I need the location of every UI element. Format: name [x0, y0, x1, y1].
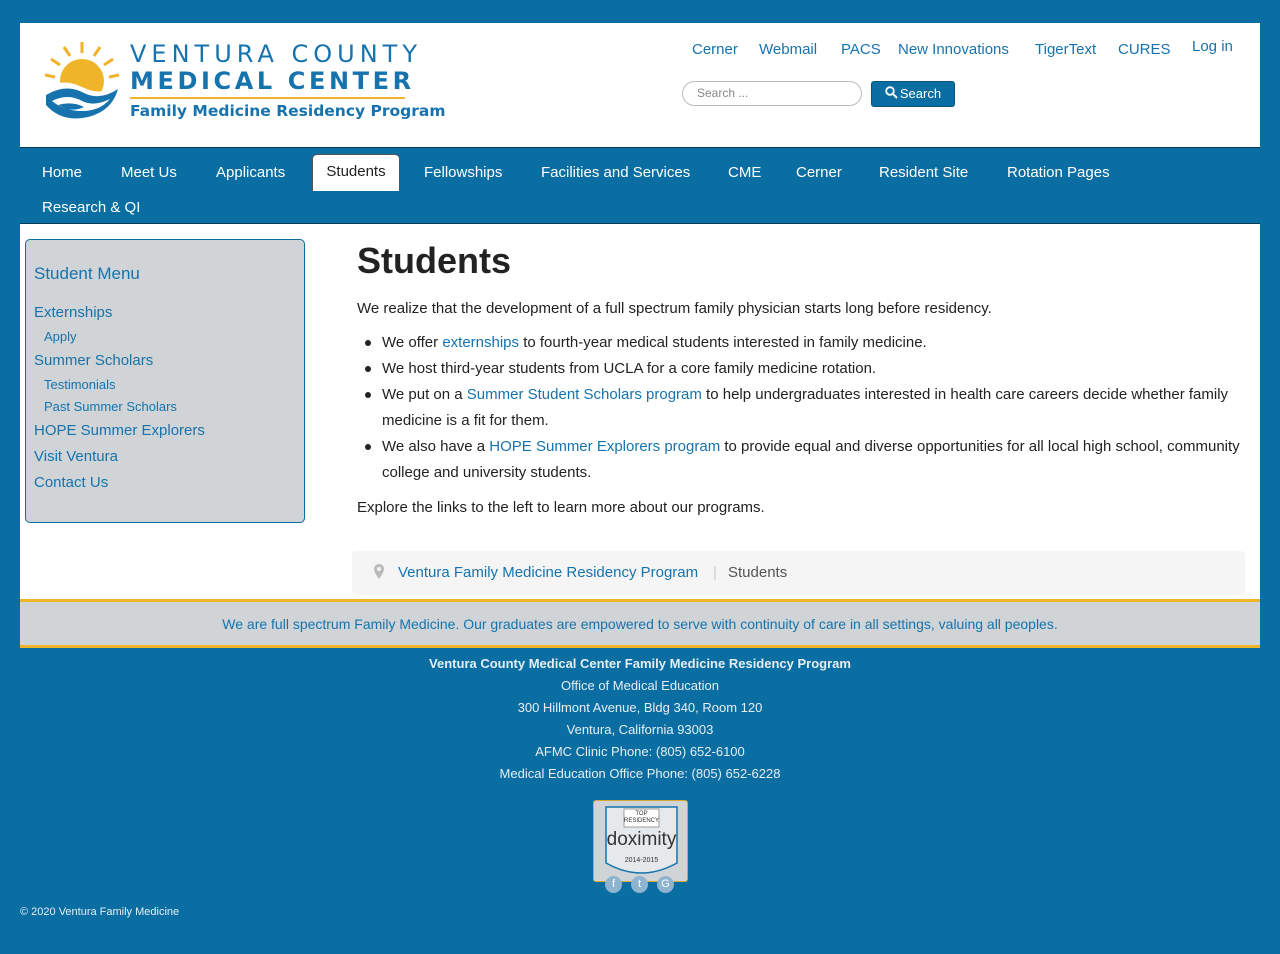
nav-fellowships[interactable]: Fellowships — [424, 164, 502, 181]
search-icon — [885, 86, 898, 99]
top-link-cerner[interactable]: Cerner — [692, 41, 738, 58]
list-item-text: We also have a — [382, 438, 490, 455]
list-item: We offer externships to fourth-year medi… — [365, 330, 1247, 356]
footer-address-line-1: 300 Hillmont Avenue, Bldg 340, Room 120 — [517, 700, 763, 715]
student-menu: Student Menu Externships Apply Summer Sc… — [25, 239, 305, 523]
mission-statement: We are full spectrum Family Medicine. Ou… — [222, 616, 1058, 632]
mission-banner: We are full spectrum Family Medicine. Ou… — [20, 599, 1260, 648]
nav-resident-site[interactable]: Resident Site — [879, 164, 968, 181]
sidebar-item-visit-ventura[interactable]: Visit Ventura — [34, 448, 118, 465]
sidebar-item-hope-summer-explorers[interactable]: HOPE Summer Explorers — [34, 422, 205, 439]
list-item-text: We host third-year students from UCLA fo… — [382, 360, 877, 377]
site-logo[interactable]: VENTURA COUNTY MEDICAL CENTER Family Med… — [42, 39, 446, 125]
explore-paragraph: Explore the links to the left to learn m… — [357, 499, 765, 516]
program-list: We offer externships to fourth-year medi… — [365, 330, 1247, 486]
logo-text: VENTURA COUNTY MEDICAL CENTER Family Med… — [130, 39, 446, 122]
list-item: We also have a HOPE Summer Explorers pro… — [365, 434, 1247, 486]
badge-top: TOP — [635, 811, 648, 817]
breadcrumb-separator: | — [713, 564, 717, 581]
top-link-pacs[interactable]: PACS — [841, 41, 881, 58]
nav-cerner[interactable]: Cerner — [796, 164, 842, 181]
nav-facilities-and-services[interactable]: Facilities and Services — [541, 164, 690, 181]
breadcrumb: Ventura Family Medicine Residency Progra… — [352, 551, 1245, 594]
main-content-area: Student Menu Externships Apply Summer Sc… — [20, 224, 1260, 600]
logo-line-3: Family Medicine Residency Program — [130, 102, 446, 120]
nav-rotation-pages[interactable]: Rotation Pages — [1007, 164, 1110, 181]
search-input[interactable]: Search ... — [682, 81, 862, 106]
sidebar-item-summer-scholars[interactable]: Summer Scholars — [34, 352, 153, 369]
bullet-dot — [365, 444, 371, 450]
nav-cme[interactable]: CME — [728, 164, 761, 181]
doximity-badge[interactable]: TOP RESIDENCY doximity 2014-2015 — [593, 800, 688, 882]
bullet-dot — [365, 366, 371, 372]
nav-home[interactable]: Home — [42, 164, 82, 181]
sidebar-item-contact-us[interactable]: Contact Us — [34, 474, 108, 491]
breadcrumb-home-link[interactable]: Ventura Family Medicine Residency Progra… — [398, 564, 698, 581]
facebook-icon[interactable]: f — [605, 876, 622, 893]
copyright: © 2020 Ventura Family Medicine — [20, 906, 180, 918]
breadcrumb-current: Students — [728, 564, 788, 581]
nav-students[interactable]: Students — [312, 154, 400, 191]
list-item: We put on a Summer Student Scholars prog… — [365, 382, 1247, 434]
sidebar-item-past-summer-scholars[interactable]: Past Summer Scholars — [44, 399, 177, 414]
site-header: VENTURA COUNTY MEDICAL CENTER Family Med… — [20, 23, 1260, 147]
sidebar-item-testimonials[interactable]: Testimonials — [44, 377, 116, 392]
twitter-icon[interactable]: t — [631, 876, 648, 893]
sidebar-item-apply[interactable]: Apply — [44, 329, 77, 344]
page-title: Students — [357, 240, 512, 281]
logo-divider — [130, 97, 405, 99]
map-pin-icon — [374, 564, 384, 579]
bullet-dot — [365, 340, 371, 346]
search-button-label: Search — [899, 86, 942, 101]
list-item-text: to fourth-year medical students interest… — [519, 334, 927, 351]
top-link-tigertext[interactable]: TigerText — [1035, 41, 1096, 58]
intro-paragraph: We realize that the development of a ful… — [357, 300, 992, 317]
nav-meet-us[interactable]: Meet Us — [121, 164, 177, 181]
google-icon[interactable]: G — [657, 876, 674, 893]
badge-residency: RESIDENCY — [623, 818, 659, 824]
sun-wave-logo-icon — [44, 42, 120, 125]
student-menu-title: Student Menu — [34, 264, 140, 283]
footer-org-name: Ventura County Medical Center Family Med… — [429, 656, 851, 671]
footer-office: Office of Medical Education — [560, 678, 719, 693]
list-item: We host third-year students from UCLA fo… — [365, 356, 1247, 382]
footer-office-phone: Medical Education Office Phone: (805) 65… — [499, 766, 781, 781]
list-item-text: We put on a — [382, 386, 467, 403]
footer-clinic-phone: AFMC Clinic Phone: (805) 652-6100 — [535, 744, 745, 759]
bullet-dot — [365, 392, 371, 398]
top-link-webmail[interactable]: Webmail — [759, 41, 817, 58]
hope-explorers-link[interactable]: HOPE Summer Explorers program — [489, 438, 720, 455]
footer-address-line-2: Ventura, California 93003 — [566, 722, 714, 737]
sidebar-item-externships[interactable]: Externships — [34, 304, 112, 321]
top-link-cures[interactable]: CURES — [1118, 41, 1171, 58]
logo-line-2: MEDICAL CENTER — [130, 67, 415, 95]
search-button[interactable]: Search — [871, 81, 955, 107]
main-nav: Home Meet Us Applicants Students Fellows… — [20, 147, 1260, 224]
externships-link[interactable]: externships — [442, 334, 519, 351]
logo-line-1: VENTURA COUNTY — [130, 40, 422, 68]
nav-applicants[interactable]: Applicants — [216, 164, 285, 181]
top-link-new-innovations[interactable]: New Innovations — [898, 41, 1009, 58]
login-link[interactable]: Log in — [1192, 38, 1233, 55]
list-item-text: We offer — [382, 334, 443, 351]
nav-research-qi[interactable]: Research & QI — [42, 199, 140, 216]
summer-scholars-link[interactable]: Summer Student Scholars program — [467, 386, 702, 403]
badge-brand: doximity — [606, 829, 677, 850]
badge-years: 2014-2015 — [624, 857, 659, 864]
